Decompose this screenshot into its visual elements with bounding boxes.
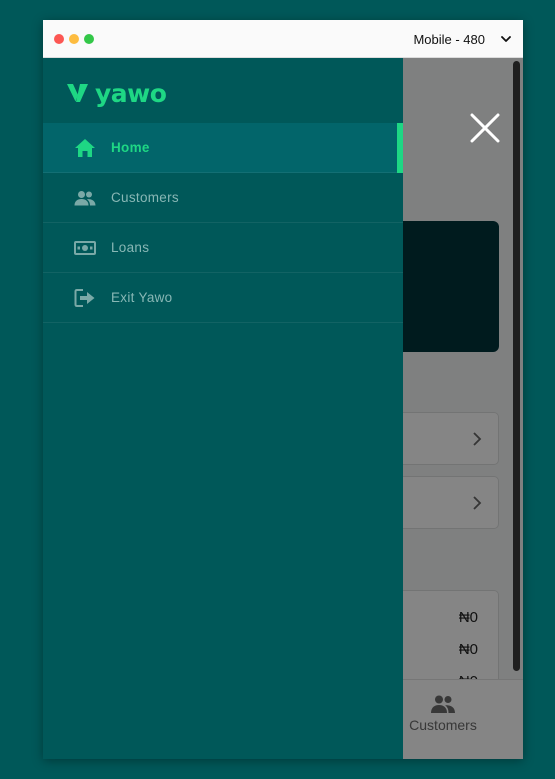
chevron-down-icon <box>501 35 511 42</box>
device-select[interactable]: Mobile - 480 <box>413 29 511 49</box>
nav-item-loans[interactable]: Loans <box>43 223 403 273</box>
nav-item-home[interactable]: Home <box>43 123 403 173</box>
side-drawer: yawo Home Customers Loans Exit Yawo <box>43 58 403 759</box>
users-icon <box>74 187 96 209</box>
minimize-window-button[interactable] <box>69 34 79 44</box>
close-icon <box>470 113 500 143</box>
cash-icon <box>74 237 96 259</box>
yawo-logo-icon <box>67 84 88 102</box>
drawer-nav: Home Customers Loans Exit Yawo <box>43 123 403 323</box>
yawo-logo[interactable]: yawo <box>66 77 167 109</box>
nav-label-loans: Loans <box>111 240 150 255</box>
close-window-button[interactable] <box>54 34 64 44</box>
maximize-window-button[interactable] <box>84 34 94 44</box>
title-bar: Mobile - 480 <box>43 20 523 58</box>
device-select-label: Mobile - 480 <box>413 31 485 47</box>
nav-item-customers[interactable]: Customers <box>43 173 403 223</box>
home-icon <box>74 137 96 159</box>
nav-label-customers: Customers <box>111 190 179 205</box>
nav-label-home: Home <box>111 140 150 155</box>
nav-item-exit[interactable]: Exit Yawo <box>43 273 403 323</box>
close-menu-button[interactable] <box>467 110 503 146</box>
nav-label-exit: Exit Yawo <box>111 290 173 305</box>
logo-text: yawo <box>95 78 167 108</box>
exit-icon <box>74 287 96 309</box>
browser-window: Mobile - 480 ₦0 ₦0 ₦0 <box>43 20 523 759</box>
